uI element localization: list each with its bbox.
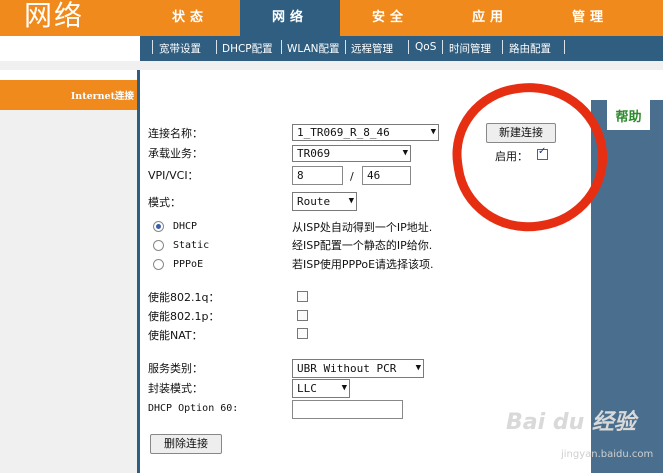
subnav-divider — [408, 40, 409, 54]
content-divider — [137, 70, 140, 473]
sidebar-panel — [0, 110, 137, 473]
subnav-wlan[interactable]: WLAN配置 — [287, 41, 340, 56]
radio-static-label: Static — [173, 240, 210, 251]
service-category-select[interactable]: UBR Without PCR ▼ — [292, 359, 424, 378]
radio-dhcp[interactable] — [153, 221, 164, 232]
service-value: TR069 — [297, 147, 331, 160]
vpi-input[interactable]: 8 — [292, 166, 343, 185]
radio-pppoe[interactable] — [153, 259, 164, 270]
mode-select[interactable]: Route ▼ — [292, 192, 357, 211]
radio-pppoe-desc: 若ISP使用PPPoE请选择该项. — [292, 258, 434, 271]
enable-8021p-checkbox[interactable] — [297, 310, 308, 321]
service-category-value: UBR Without PCR — [297, 362, 397, 375]
subnav-divider — [216, 40, 217, 54]
subnav-divider — [281, 40, 282, 54]
radio-pppoe-label: PPPoE — [173, 259, 204, 270]
watermark-url: jingyan.baidu.com — [561, 449, 654, 460]
subnav-divider — [442, 40, 443, 54]
dhcp-option60-label: DHCP Option 60: — [148, 403, 239, 414]
subnav-routing[interactable]: 路由配置 — [509, 41, 551, 56]
help-label: 帮助 — [615, 110, 642, 125]
chevron-down-icon: ▼ — [430, 127, 436, 137]
subnav-divider — [564, 40, 565, 54]
vpi-vci-separator: / — [350, 170, 354, 183]
connection-name-label: 连接名称： — [148, 127, 203, 140]
chevron-down-icon: ▼ — [348, 196, 354, 206]
connection-name-select[interactable]: 1_TR069_R_8_46 ▼ — [292, 124, 439, 141]
chevron-down-icon: ▼ — [341, 383, 347, 393]
enable-8021q-label: 使能802.1q： — [148, 291, 220, 304]
enable-8021p-label: 使能802.1p： — [148, 310, 220, 323]
vci-input[interactable]: 46 — [362, 166, 411, 185]
enable-nat-label: 使能NAT： — [148, 329, 203, 342]
sidebar-section-label[interactable]: Internet连接 — [71, 88, 134, 102]
encapsulation-label: 封装模式： — [148, 382, 203, 395]
radio-dhcp-label: DHCP — [173, 221, 198, 232]
subnav-time[interactable]: 时间管理 — [449, 41, 491, 56]
chevron-down-icon: ▼ — [402, 148, 408, 158]
encapsulation-value: LLC — [297, 382, 317, 395]
service-label: 承载业务： — [148, 147, 203, 160]
subnav-remote[interactable]: 远程管理 — [351, 41, 393, 56]
subnav-spacer — [0, 36, 140, 61]
subnav-divider — [345, 40, 346, 54]
service-category-label: 服务类别： — [148, 362, 203, 375]
radio-static[interactable] — [153, 240, 164, 251]
tab-security[interactable]: 安全 — [340, 0, 440, 36]
subnav-divider — [152, 40, 153, 54]
subnav-broadband[interactable]: 宽带设置 — [159, 41, 201, 56]
radio-static-desc: 经ISP配置一个静态的IP给你. — [292, 239, 433, 252]
tab-status[interactable]: 状态 — [140, 0, 240, 36]
dhcp-option60-input[interactable] — [292, 400, 403, 419]
mode-label: 模式： — [148, 196, 181, 209]
help-tab[interactable]: 帮助 — [607, 100, 650, 130]
watermark: Bai du 经验 — [506, 410, 636, 435]
vpi-vci-label: VPI/VCI： — [148, 169, 199, 182]
enable-nat-checkbox[interactable] — [297, 328, 308, 339]
sub-nav: 宽带设置 DHCP配置 WLAN配置 远程管理 QoS 时间管理 路由配置 — [140, 36, 663, 61]
mode-value: Route — [297, 195, 331, 208]
brand-title: 网络 — [24, 0, 85, 32]
chevron-down-icon: ▼ — [415, 363, 421, 373]
enable-8021q-checkbox[interactable] — [297, 291, 308, 302]
tab-management[interactable]: 管理 — [540, 0, 640, 36]
subnav-dhcp[interactable]: DHCP配置 — [222, 41, 273, 56]
encapsulation-select[interactable]: LLC ▼ — [292, 379, 350, 398]
subnav-divider — [502, 40, 503, 54]
radio-dhcp-desc: 从ISP处自动得到一个IP地址. — [292, 221, 433, 234]
connection-name-value: 1_TR069_R_8_46 — [297, 126, 390, 139]
main-nav: 状态 网络 安全 应用 管理 — [140, 0, 663, 36]
tab-application[interactable]: 应用 — [440, 0, 540, 36]
subnav-qos[interactable]: QoS — [415, 41, 436, 53]
delete-connection-button[interactable]: 删除连接 — [150, 434, 222, 454]
sidebar-section-header: Internet连接 — [0, 80, 137, 110]
header-spacer — [0, 61, 663, 70]
brand-bar: 网络 — [0, 0, 140, 36]
service-select[interactable]: TR069 ▼ — [292, 145, 411, 162]
tab-network[interactable]: 网络 — [240, 0, 340, 36]
